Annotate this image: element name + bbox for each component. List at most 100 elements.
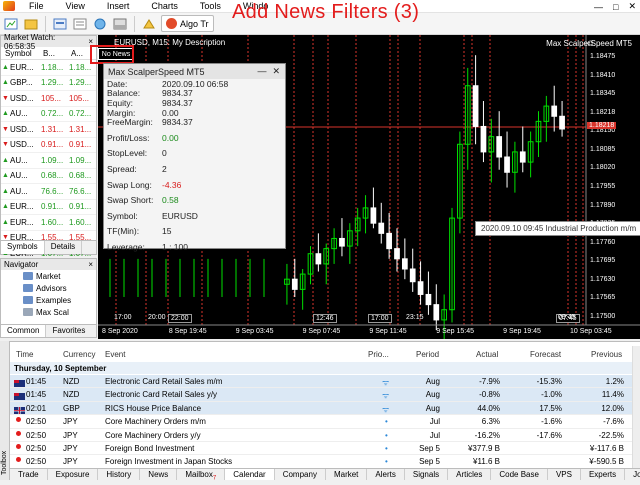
profiles-icon[interactable] bbox=[23, 16, 39, 32]
col-period[interactable]: Period bbox=[416, 350, 439, 359]
col-time[interactable]: Time bbox=[16, 350, 33, 359]
nav-item-max-scalper[interactable]: Max Scal bbox=[1, 306, 96, 318]
navigator-icon[interactable] bbox=[92, 16, 108, 32]
event-title: Electronic Card Retail Sales y/y bbox=[105, 390, 218, 400]
tab-mailbox[interactable]: Mailbox7 bbox=[177, 469, 226, 482]
col-symbol[interactable]: Symbol bbox=[1, 49, 39, 58]
data-window-icon[interactable] bbox=[72, 16, 88, 32]
symbol-row[interactable]: ▼ USD... 0.91... 0.91... bbox=[1, 138, 96, 153]
event-time: 02:50 bbox=[26, 417, 47, 427]
tab-trade[interactable]: Trade bbox=[10, 469, 48, 480]
symbol-row[interactable]: ▲ AU... 76.6... 76.6... bbox=[1, 184, 96, 200]
ide-icon[interactable] bbox=[141, 16, 157, 32]
event-time-label: 17:00 bbox=[368, 314, 392, 323]
toolbar-divider bbox=[134, 15, 135, 32]
calendar-event-row[interactable]: 02:50 JPY Core Machinery Orders m/m • Jul 6.3… bbox=[10, 415, 632, 429]
symbol-row[interactable]: ▲ GBP... 1.29... 1.29... bbox=[1, 76, 96, 91]
tab-code-base[interactable]: Code Base bbox=[491, 469, 548, 480]
menu-insert[interactable]: Insert bbox=[96, 1, 141, 11]
tab-common[interactable]: Common bbox=[1, 325, 47, 337]
price-tick-label: 1.18410 bbox=[590, 71, 616, 79]
calendar-event-row[interactable]: 02:50 JPY Foreign Investment in Japan Stoc… bbox=[10, 455, 632, 469]
event-time: 01:45 bbox=[26, 377, 47, 386]
folder-icon bbox=[23, 272, 33, 280]
ask-price: 0.91... bbox=[69, 140, 92, 150]
maximize-button[interactable]: □ bbox=[613, 2, 618, 12]
tab-exposure[interactable]: Exposure bbox=[48, 469, 99, 480]
tab-history[interactable]: History bbox=[98, 469, 141, 480]
symbol-row[interactable]: ▲ AU... 1.09... 1.09... bbox=[1, 153, 96, 169]
ea-stat-row: Swap Long: -4.36 bbox=[104, 180, 285, 190]
down-arrow-icon: ▼ bbox=[2, 141, 9, 149]
calendar-event-row[interactable]: 01:45 NZD Electronic Card Retail Sales y/y… bbox=[10, 388, 632, 402]
event-time: 02:50 bbox=[26, 444, 47, 453]
close-icon[interactable]: ✕ bbox=[272, 66, 280, 77]
new-chart-icon[interactable] bbox=[3, 16, 19, 32]
time-tick-label: 9 Sep 03:45 bbox=[235, 328, 274, 335]
tab-label: Signals bbox=[412, 470, 440, 479]
tab-articles[interactable]: Articles bbox=[448, 469, 492, 480]
symbol-row[interactable]: ▼ USD... 105... 105... bbox=[1, 91, 96, 107]
tab-news[interactable]: News bbox=[140, 469, 178, 480]
tab-vps[interactable]: VPS bbox=[548, 469, 581, 480]
terminal-icon[interactable] bbox=[112, 16, 128, 32]
calendar-event-row[interactable]: 02:01 GBP RICS House Price Balance ᯤ Aug 44.0… bbox=[10, 401, 632, 416]
tab-company[interactable]: Company bbox=[275, 469, 326, 480]
col-actual[interactable]: Actual bbox=[476, 350, 498, 359]
event-period: Aug bbox=[425, 377, 440, 386]
bid-price: 1.60... bbox=[41, 217, 64, 227]
ea-stat-row: Symbol: EURUSD bbox=[104, 211, 285, 221]
tab-experts[interactable]: Experts bbox=[581, 469, 626, 480]
toolbox-side-tab[interactable]: Toolbox bbox=[0, 341, 10, 480]
symbol-row[interactable]: ▲ AU... 0.68... 0.68... bbox=[1, 169, 96, 184]
ea-stat-value: 1 : 100 bbox=[162, 241, 188, 252]
col-event[interactable]: Event bbox=[105, 350, 125, 359]
minimize-button[interactable]: — bbox=[594, 2, 603, 12]
calendar-event-row[interactable]: 01:45 NZD Electronic Card Retail Sales m/m… bbox=[10, 375, 632, 389]
col-priority[interactable]: Prio... bbox=[368, 350, 389, 359]
symbol-row[interactable]: ▲ EUR... 0.91... 0.91... bbox=[1, 200, 96, 215]
tab-signals[interactable]: Signals bbox=[405, 469, 449, 480]
market-watch-icon[interactable] bbox=[52, 16, 68, 32]
calendar-event-row[interactable]: 02:50 JPY Foreign Bond Investment • Sep 5 ¥37… bbox=[10, 442, 632, 456]
tab-calendar[interactable]: Calendar bbox=[225, 469, 275, 480]
tab-journal[interactable]: Journal bbox=[625, 469, 640, 480]
symbol-name: EUR... bbox=[10, 62, 34, 72]
symbol-row[interactable]: ▲ EUR... 1.18... 1.18... bbox=[1, 60, 96, 76]
col-currency[interactable]: Currency bbox=[63, 350, 95, 359]
menu-view[interactable]: View bbox=[55, 1, 96, 11]
menu-file[interactable]: File bbox=[18, 1, 55, 11]
tab-symbols[interactable]: Symbols bbox=[1, 241, 45, 254]
ea-stat-row: Margin: 0.00 bbox=[104, 108, 285, 118]
algo-trading-button[interactable]: Algo Tr bbox=[161, 15, 214, 32]
tab-details[interactable]: Details bbox=[45, 241, 83, 254]
menu-charts[interactable]: Charts bbox=[140, 1, 189, 11]
nav-item-market[interactable]: Market bbox=[1, 270, 96, 282]
high-importance-icon: ᯤ bbox=[382, 391, 390, 401]
col-forecast[interactable]: Forecast bbox=[530, 350, 561, 359]
tab-market[interactable]: Market bbox=[326, 469, 368, 480]
menu-tools[interactable]: Tools bbox=[189, 1, 232, 11]
price-tick-label: 1.18218 bbox=[590, 108, 616, 116]
tab-alerts[interactable]: Alerts bbox=[367, 469, 405, 480]
calendar-event-row[interactable]: 02:50 JPY Core Machinery Orders y/y • Jul -16… bbox=[10, 429, 632, 442]
minimize-icon[interactable]: — bbox=[257, 66, 266, 77]
event-period: Sep 5 bbox=[419, 444, 440, 453]
symbol-row[interactable]: ▲ EUR... 1.60... 1.60... bbox=[1, 215, 96, 231]
price-tick-label: 1.18085 bbox=[590, 145, 616, 153]
col-previous[interactable]: Previous bbox=[591, 350, 622, 359]
calendar-scrollbar[interactable] bbox=[632, 346, 640, 468]
symbol-row[interactable]: ▲ AU... 0.72... 0.72... bbox=[1, 107, 96, 122]
tab-favorites[interactable]: Favorites bbox=[46, 325, 91, 337]
navigator-close-icon[interactable]: × bbox=[88, 260, 93, 269]
ea-stat-value: 0 bbox=[162, 148, 167, 159]
high-importance-icon: ᯤ bbox=[382, 378, 390, 387]
down-arrow-icon: ▼ bbox=[2, 125, 9, 133]
nav-item-advisors[interactable]: Advisors bbox=[1, 282, 96, 294]
nav-item-examples[interactable]: Examples bbox=[1, 294, 96, 306]
symbol-row[interactable]: ▼ USD... 1.31... 1.31... bbox=[1, 122, 96, 138]
col-bid[interactable]: B... bbox=[39, 49, 67, 58]
ea-info-panel[interactable]: Max ScalperSpeed MT5 — ✕ Date: 2020.09.10 … bbox=[103, 63, 286, 252]
ea-stat-row: StopLevel: 0 bbox=[104, 148, 285, 159]
close-window-button[interactable]: ✕ bbox=[628, 1, 636, 12]
